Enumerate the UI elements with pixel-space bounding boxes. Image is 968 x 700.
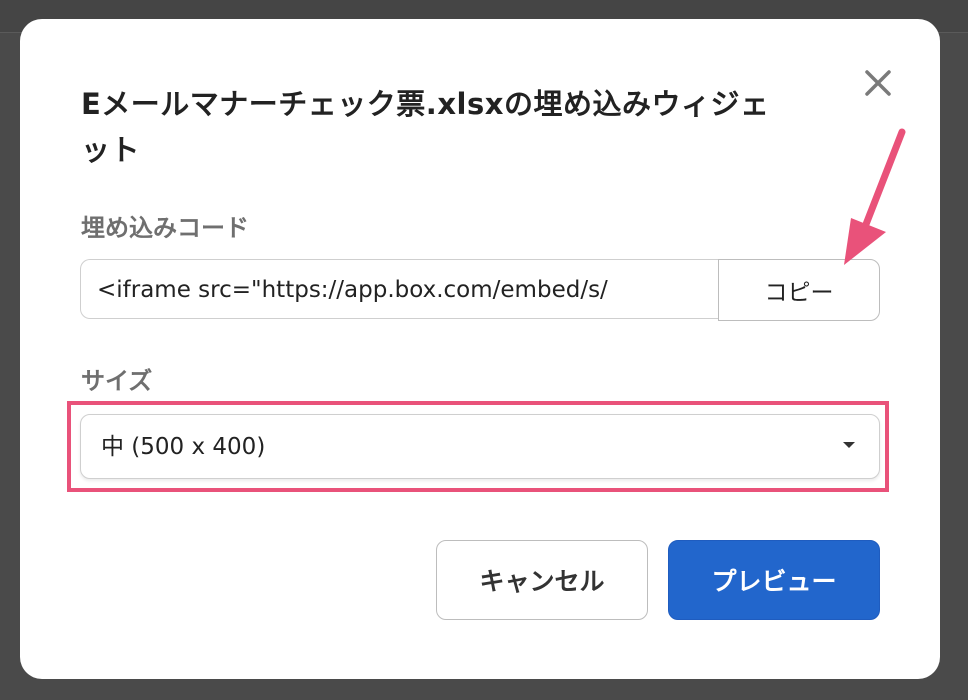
embed-code-field[interactable]: <iframe src="https://app.box.com/embed/s… <box>80 259 720 319</box>
size-label: サイズ <box>81 367 153 395</box>
dialog-title: Eメールマナーチェック票.xlsxの埋め込みウィジェット <box>81 87 770 167</box>
close-button[interactable] <box>858 63 898 103</box>
size-highlight-annotation <box>67 401 889 492</box>
arrow-annotation-icon <box>844 128 906 265</box>
embed-code-redaction <box>631 260 720 318</box>
cancel-button[interactable]: キャンセル <box>436 540 648 620</box>
embed-code-group: <iframe src="https://app.box.com/embed/s… <box>80 259 880 321</box>
embed-widget-dialog: Eメールマナーチェック票.xlsxの埋め込みウィジェット 埋め込みコード <if… <box>20 19 940 679</box>
close-icon <box>865 70 891 96</box>
embed-code-label: 埋め込みコード <box>81 214 249 242</box>
preview-button[interactable]: プレビュー <box>668 540 880 620</box>
embed-code-text: <iframe src="https://app.box.com/embed/s… <box>97 277 608 303</box>
